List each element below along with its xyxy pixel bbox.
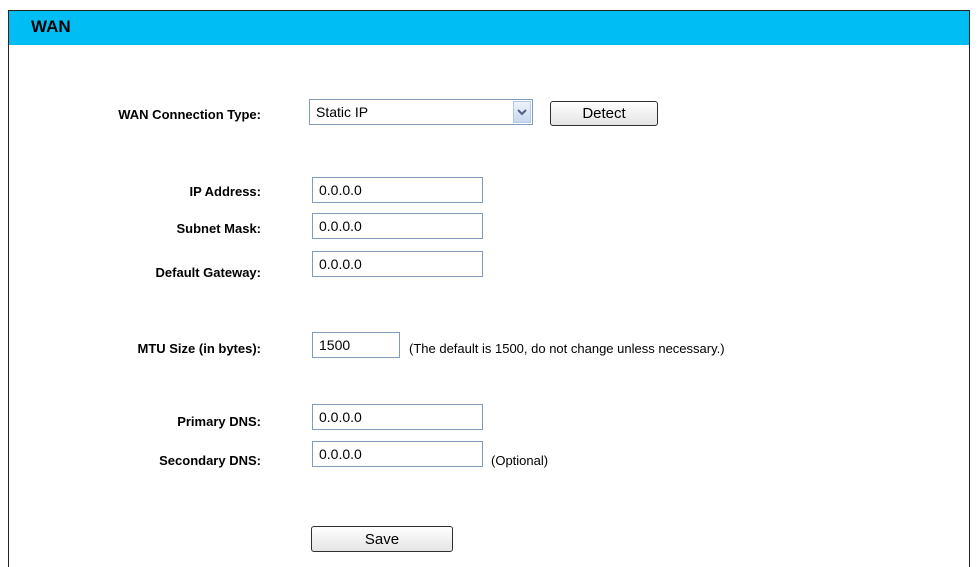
page-title: WAN — [31, 17, 71, 36]
panel-header: WAN — [9, 11, 969, 45]
default-gateway-label: Default Gateway: — [155, 265, 261, 280]
subnet-mask-input[interactable] — [312, 213, 483, 239]
primary-dns-label: Primary DNS: — [177, 414, 261, 429]
default-gateway-input[interactable] — [312, 251, 483, 277]
save-button[interactable]: Save — [311, 526, 453, 552]
secondary-dns-input[interactable] — [312, 441, 483, 467]
ip-address-input[interactable] — [312, 177, 483, 203]
connection-type-select[interactable]: Static IP — [309, 99, 533, 125]
primary-dns-input[interactable] — [312, 404, 483, 430]
chevron-down-icon[interactable] — [513, 101, 531, 123]
mtu-size-input[interactable] — [312, 332, 400, 358]
detect-button[interactable]: Detect — [550, 101, 658, 126]
subnet-mask-label: Subnet Mask: — [176, 221, 261, 236]
wan-panel: WAN WAN Connection Type: Static IP Detec… — [8, 10, 970, 567]
mtu-hint: (The default is 1500, do not change unle… — [409, 341, 725, 356]
mtu-size-label: MTU Size (in bytes): — [137, 341, 261, 356]
connection-type-label: WAN Connection Type: — [118, 107, 261, 122]
connection-type-value: Static IP — [316, 104, 369, 120]
secondary-dns-label: Secondary DNS: — [159, 453, 261, 468]
ip-address-label: IP Address: — [189, 184, 261, 199]
optional-hint: (Optional) — [491, 453, 549, 468]
